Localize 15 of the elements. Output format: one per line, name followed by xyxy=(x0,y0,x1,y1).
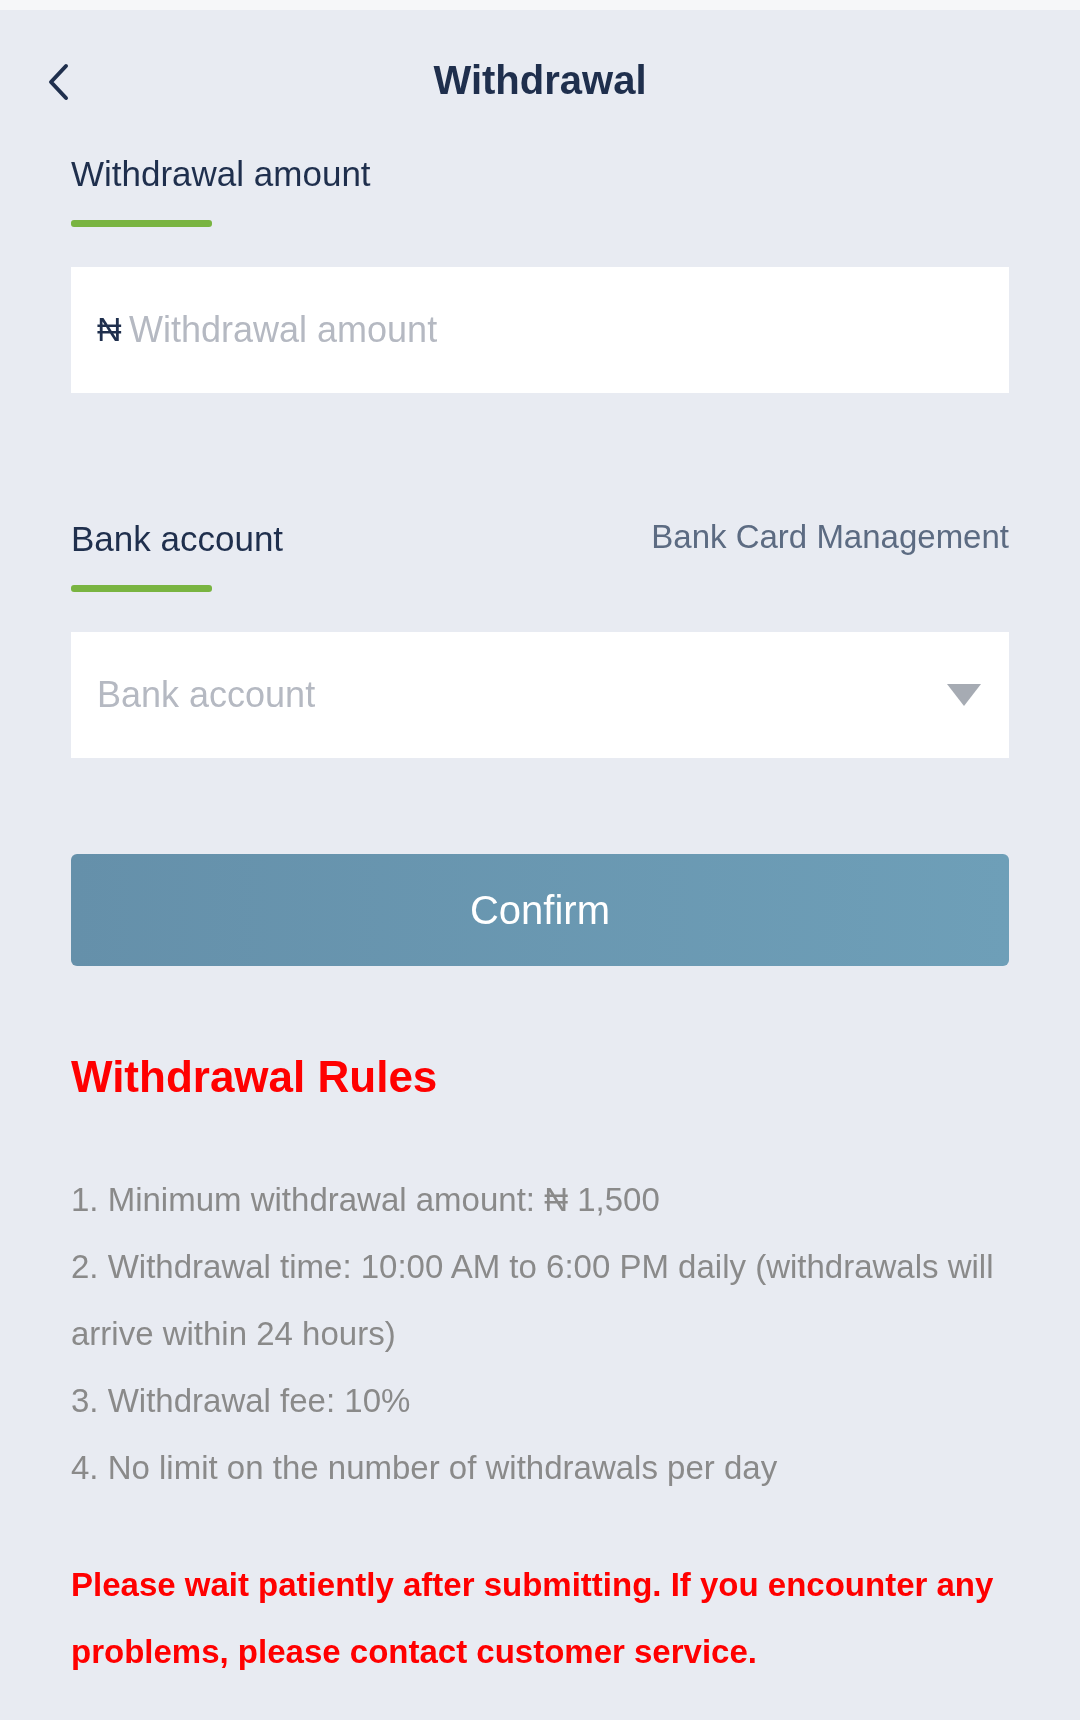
section-label: Bank account xyxy=(71,518,284,559)
notice-text: Please wait patiently after submitting. If you encounter any problems, please contact customer service. xyxy=(71,1565,995,1672)
rule-text: 4. No limit on the number of withdrawals per day xyxy=(71,1448,779,1488)
currency-symbol: ₦ xyxy=(97,310,122,349)
rules-title: Withdrawal Rules xyxy=(71,1052,439,1102)
bank-account-select[interactable]: Bank account xyxy=(71,632,1009,758)
page-title: Withdrawal xyxy=(433,57,647,103)
bank-card-management-link[interactable]: Bank Card Management xyxy=(651,518,1009,556)
dropdown-triangle-icon xyxy=(947,684,981,706)
confirm-button[interactable]: Confirm xyxy=(71,854,1009,966)
back-chevron-icon xyxy=(46,62,70,102)
rule-text: 3. Withdrawal fee: 10% xyxy=(71,1381,412,1421)
rule-text: 1. Minimum withdrawal amount: ₦ 1,500 xyxy=(71,1180,661,1220)
section-label: Withdrawal amount xyxy=(71,153,372,194)
rule-text: 2. Withdrawal time: 10:00 AM to 6:00 PM daily (withdrawals will arrive within 24 hours) xyxy=(71,1247,995,1354)
